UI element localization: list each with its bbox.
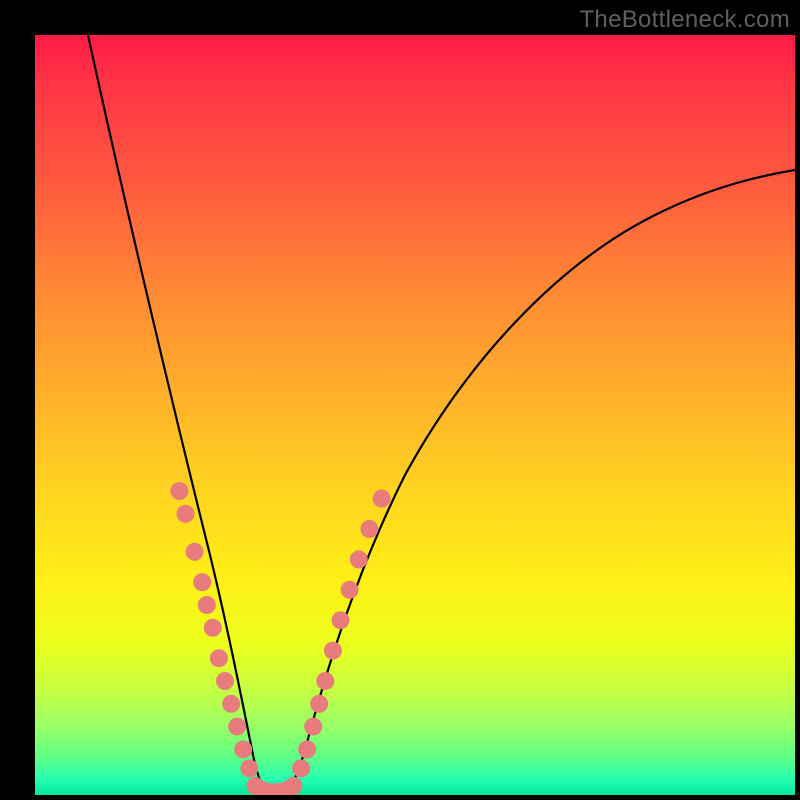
marker-dot [324,642,342,660]
marker-dot [240,759,258,777]
marker-dot [350,550,368,568]
curve-svg [35,35,795,795]
marker-dot [234,740,252,758]
marker-dot [177,505,195,523]
marker-dot [310,695,328,713]
marker-dot [292,759,310,777]
plot-area [35,35,795,795]
marker-dot [216,672,234,690]
marker-dot [170,482,188,500]
marker-dot [373,490,391,508]
marker-dot [186,543,204,561]
watermark-text: TheBottleneck.com [579,6,790,34]
marker-dot [332,611,350,629]
marker-dot [222,695,240,713]
chart-frame: TheBottleneck.com [0,0,800,800]
marker-dot [198,596,216,614]
marker-dot [284,777,302,795]
marker-dot [316,672,334,690]
marker-dot [204,619,222,637]
marker-dot [360,520,378,538]
marker-dot [341,581,359,599]
bottleneck-curve [88,35,795,789]
marker-dot [304,718,322,736]
marker-dot [298,740,316,758]
marker-dot [210,649,228,667]
marker-dot [193,573,211,591]
marker-dot [228,718,246,736]
